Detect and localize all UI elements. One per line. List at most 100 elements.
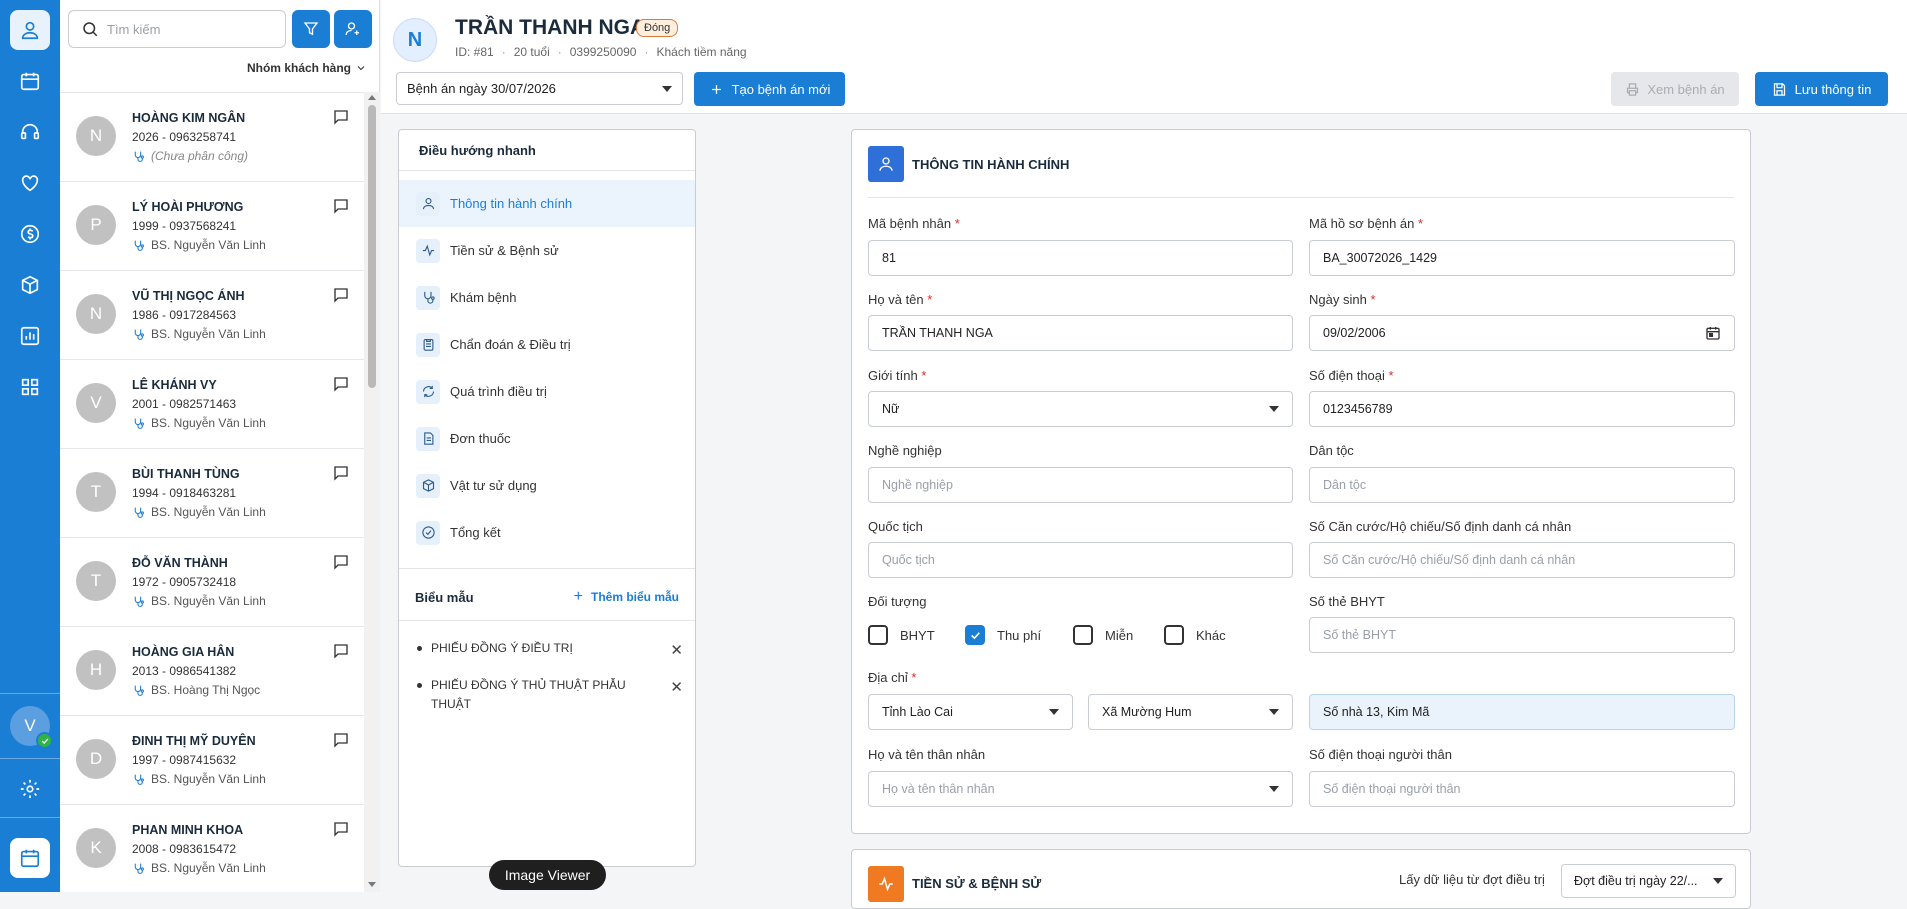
relative-select[interactable]: Họ và tên thân nhân: [868, 771, 1293, 807]
checkbox[interactable]: [1073, 625, 1093, 645]
quick-nav-title: Điều hướng nhanh: [399, 130, 695, 171]
dob-label: Ngày sinh *: [1309, 292, 1376, 307]
quick-nav-label: Thông tin hành chính: [450, 196, 573, 211]
message-icon[interactable]: [332, 642, 350, 660]
ethnic-input[interactable]: Dân tộc: [1309, 467, 1735, 503]
nav-reports[interactable]: [10, 316, 50, 356]
check-circle-icon: [416, 520, 440, 545]
message-icon[interactable]: [332, 197, 350, 215]
nationality-input[interactable]: Quốc tịch: [868, 542, 1293, 578]
nav-apps[interactable]: [10, 367, 50, 407]
history-title: TIỀN SỬ & BỆNH SỬ: [912, 876, 1042, 891]
commune-select[interactable]: Xã Mường Hum: [1088, 694, 1293, 730]
patient-list-item[interactable]: N VŨ THỊ NGỌC ÁNH 1986 - 0917284563 BS. Ngu…: [60, 271, 364, 360]
message-icon[interactable]: [332, 820, 350, 838]
message-icon[interactable]: [332, 553, 350, 571]
patient-year-phone: 1999 - 0937568241: [132, 219, 237, 233]
stethoscope-icon: [134, 151, 144, 162]
scroll-up-arrow[interactable]: [368, 95, 376, 100]
patient-code-label: Mã bệnh nhân *: [868, 216, 960, 231]
form-list-item[interactable]: PHIẾU ĐỒNG Ý ĐIỀU TRỊ ✕: [399, 629, 695, 660]
checkbox[interactable]: [868, 625, 888, 645]
province-select[interactable]: Tỉnh Lào Cai: [868, 694, 1073, 730]
quick-nav-item[interactable]: Đơn thuốc: [399, 415, 695, 462]
quick-nav-item[interactable]: Tổng kết: [399, 509, 695, 556]
insurance-input[interactable]: Số thẻ BHYT: [1309, 617, 1735, 653]
message-icon[interactable]: [332, 108, 350, 126]
subject-checkbox[interactable]: Miễn: [1073, 625, 1133, 645]
patient-year-phone: 1997 - 0987415632: [132, 753, 237, 767]
gender-select[interactable]: Nữ: [868, 391, 1293, 427]
calendar-icon: [20, 72, 40, 91]
save-button[interactable]: Lưu thông tin: [1755, 72, 1888, 106]
view-record-button[interactable]: Xem bệnh án: [1611, 72, 1739, 106]
history-source-value: Đợt điều trị ngày 22/...: [1574, 874, 1698, 888]
form-list-item[interactable]: PHIẾU ĐỒNG Ý THỦ THUẬT PHẪU THUẬT ✕: [399, 666, 695, 714]
message-icon[interactable]: [332, 464, 350, 482]
street-input[interactable]: Số nhà 13, Kim Mã: [1309, 694, 1735, 730]
checkbox[interactable]: [965, 625, 985, 645]
add-form-button[interactable]: + Thêm biểu mẫu: [574, 588, 679, 606]
insurance-label: Số thẻ BHYT: [1309, 594, 1385, 609]
calendar-icon[interactable]: [1705, 325, 1721, 341]
dob-input[interactable]: 09/02/2006: [1309, 315, 1735, 351]
subject-label: Khác: [1196, 627, 1226, 643]
patient-doctor: BS. Nguyễn Văn Linh: [132, 772, 266, 786]
forms-list: PHIẾU ĐỒNG Ý ĐIỀU TRỊ ✕ PHIẾU ĐỒNG Ý THỦ T…: [399, 621, 695, 714]
close-icon[interactable]: ✕: [670, 641, 683, 660]
customer-group-dropdown[interactable]: Nhóm khách hàng: [247, 61, 367, 75]
scroll-down-arrow[interactable]: [368, 882, 376, 887]
relative-phone-input[interactable]: Số điện thoại người thân: [1309, 771, 1735, 807]
dollar-icon: [20, 224, 40, 244]
quick-nav-item[interactable]: Chẩn đoán & Điều trị: [399, 321, 695, 368]
idcard-input[interactable]: Số Căn cước/Hộ chiếu/Số định danh cá nhâ…: [1309, 542, 1735, 578]
patient-list-item[interactable]: K PHAN MINH KHOA 2008 - 0983615472 BS. Nguy…: [60, 805, 364, 892]
patient-list-item[interactable]: T ĐỖ VĂN THÀNH 1972 - 0905732418 BS. Nguyễn…: [60, 538, 364, 627]
quick-nav-item[interactable]: Thông tin hành chính: [399, 180, 695, 227]
record-code-input[interactable]: BA_30072026_1429: [1309, 240, 1735, 276]
patient-doctor: (Chưa phân công): [132, 149, 248, 163]
nav-health[interactable]: [10, 163, 50, 203]
patient-list-item[interactable]: T BÙI THANH TÙNG 1994 - 0918463281 BS. Nguy…: [60, 449, 364, 538]
nav-customers[interactable]: [10, 10, 50, 50]
quick-nav-item[interactable]: Vật tư sử dụng: [399, 462, 695, 509]
patient-list-item[interactable]: P LÝ HOÀI PHƯƠNG 1999 - 0937568241 BS. Nguy…: [60, 182, 364, 271]
quick-nav-item[interactable]: Tiền sử & Bệnh sử: [399, 227, 695, 274]
scrollbar[interactable]: [364, 92, 380, 892]
search-input[interactable]: Tìm kiếm: [68, 10, 286, 48]
patient-list-item[interactable]: H HOÀNG GIA HÂN 2013 - 0986541382 BS. Hoàng…: [60, 627, 364, 716]
filter-button[interactable]: [292, 10, 330, 48]
nav-calendar[interactable]: [10, 61, 50, 101]
patient-year-phone: 2026 - 0963258741: [132, 130, 237, 144]
scrollbar-thumb[interactable]: [368, 105, 376, 388]
patient-code-input[interactable]: 81: [868, 240, 1293, 276]
subject-checkbox[interactable]: Thu phí: [965, 625, 1041, 645]
fullname-input[interactable]: TRẦN THANH NGA: [868, 315, 1293, 351]
nav-support[interactable]: [10, 112, 50, 152]
phone-input[interactable]: 0123456789: [1309, 391, 1735, 427]
patient-list-item[interactable]: N HOÀNG KIM NGÂN 2026 - 0963258741 (Chưa ph…: [60, 93, 364, 182]
user-icon: [416, 191, 440, 216]
subject-checkbox[interactable]: Khác: [1164, 625, 1226, 645]
job-input[interactable]: Nghề nghiệp: [868, 467, 1293, 503]
subject-checkbox[interactable]: BHYT: [868, 625, 935, 645]
checkbox[interactable]: [1164, 625, 1184, 645]
quick-nav-item[interactable]: Khám bệnh: [399, 274, 695, 321]
create-record-button[interactable]: Tạo bệnh án mới: [694, 72, 845, 106]
patient-list-item[interactable]: V LÊ KHÁNH VY 2001 - 0982571463 BS. Nguyễn …: [60, 360, 364, 449]
history-source-select[interactable]: Đợt điều trị ngày 22/...: [1561, 864, 1736, 898]
message-icon[interactable]: [332, 731, 350, 749]
nav-schedule[interactable]: [10, 838, 50, 878]
nav-finance[interactable]: [10, 214, 50, 254]
nav-settings[interactable]: [10, 769, 50, 809]
message-icon[interactable]: [332, 375, 350, 393]
record-select[interactable]: Bệnh án ngày 30/07/2026: [396, 72, 683, 105]
nav-inventory[interactable]: [10, 265, 50, 305]
close-icon[interactable]: ✕: [670, 678, 683, 697]
gear-icon: [20, 779, 40, 799]
message-icon[interactable]: [332, 286, 350, 304]
patient-list-item[interactable]: D ĐINH THỊ MỸ DUYÊN 1997 - 0987415632 BS. N…: [60, 716, 364, 805]
add-customer-button[interactable]: [334, 10, 372, 48]
quick-nav-item[interactable]: Quá trình điều trị: [399, 368, 695, 415]
user-avatar[interactable]: V: [10, 706, 53, 749]
